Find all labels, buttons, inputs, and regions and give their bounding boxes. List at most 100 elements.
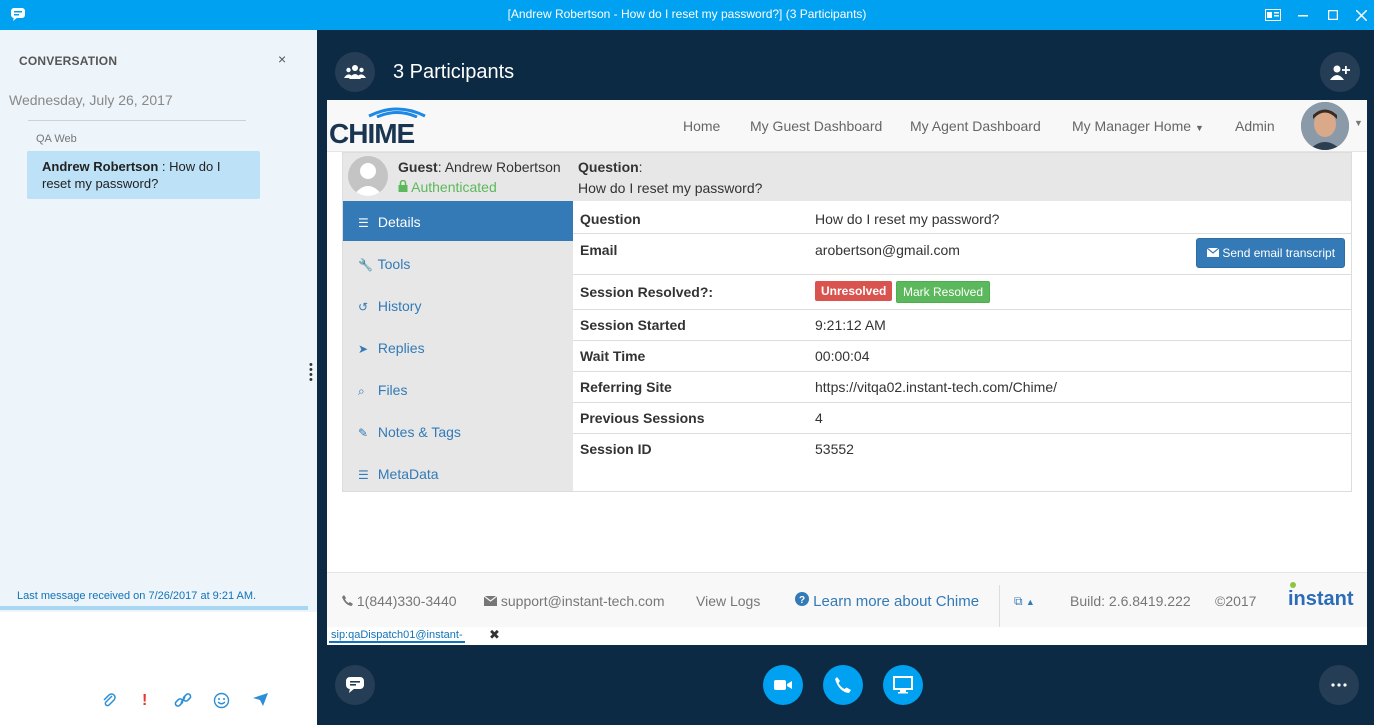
question-header-label: Question bbox=[578, 159, 639, 175]
question-header-text: How do I reset my password? bbox=[578, 180, 763, 196]
chat-icon bbox=[346, 677, 364, 693]
footer-email[interactable]: support@instant-tech.com bbox=[483, 593, 665, 609]
attach-file-icon[interactable] bbox=[101, 692, 117, 713]
row-value: 00:00:04 bbox=[815, 348, 870, 364]
maximize-button[interactable] bbox=[1318, 0, 1348, 30]
monitor-icon bbox=[893, 676, 913, 694]
minimize-button[interactable] bbox=[1288, 0, 1318, 30]
tab-replies-label: Replies bbox=[377, 340, 425, 356]
tab-details[interactable]: ☰ Details bbox=[343, 201, 573, 241]
phone-icon bbox=[835, 677, 851, 693]
last-message-status: Last message received on 7/26/2017 at 9:… bbox=[17, 590, 257, 602]
participants-button[interactable] bbox=[335, 52, 375, 92]
tab-files[interactable]: ⌕ Files bbox=[343, 369, 573, 409]
more-options-button[interactable] bbox=[1319, 665, 1359, 705]
send-icon[interactable] bbox=[252, 692, 269, 712]
lock-icon bbox=[398, 179, 408, 192]
tab-notes-tags[interactable]: ✎ Notes & Tags bbox=[343, 411, 573, 451]
show-conversation-button[interactable] bbox=[335, 665, 375, 705]
question-header: Question: bbox=[578, 159, 643, 175]
chevron-down-icon: ▼ bbox=[1194, 123, 1204, 133]
learn-more-link[interactable]: ? Learn more about Chime bbox=[795, 592, 979, 610]
tab-notes-tags-label: Notes & Tags bbox=[377, 424, 461, 440]
tab-metadata[interactable]: ☰ MetaData bbox=[343, 453, 573, 493]
session-sidebar: ☰ Details 🔧 Tools ↺ History ➤ Replies ⌕ … bbox=[343, 201, 573, 491]
video-button[interactable] bbox=[763, 665, 803, 705]
user-avatar[interactable] bbox=[1301, 102, 1349, 150]
question-header-colon: : bbox=[638, 159, 643, 175]
svg-text:?: ? bbox=[799, 595, 805, 606]
nav-agent-dashboard[interactable]: My Agent Dashboard bbox=[910, 118, 1041, 134]
envelope-icon bbox=[1206, 247, 1220, 257]
table-row: Question How do I reset my password? bbox=[573, 201, 1351, 234]
tab-details-label: Details bbox=[377, 214, 421, 230]
add-participant-button[interactable] bbox=[1320, 52, 1360, 92]
guest-name: : Andrew Robertson bbox=[437, 159, 561, 175]
row-value: How do I reset my password? bbox=[815, 211, 1000, 227]
sip-tab[interactable]: sip:qaDispatch01@instant- bbox=[329, 629, 465, 643]
panel-splitter-handle[interactable]: • • • • bbox=[309, 360, 313, 386]
row-key: Session ID bbox=[580, 441, 652, 457]
top-navbar: CHIME Home My Guest Dashboard My Agent D… bbox=[327, 100, 1367, 152]
message-author: Andrew Robertson bbox=[42, 159, 159, 174]
close-conversation-icon[interactable]: × bbox=[278, 51, 286, 67]
close-icon bbox=[1355, 9, 1367, 21]
auth-status: Authenticated bbox=[398, 179, 497, 195]
contact-card-button[interactable] bbox=[1258, 0, 1288, 30]
tab-replies[interactable]: ➤ Replies bbox=[343, 327, 573, 367]
table-row: Previous Sessions 4 bbox=[573, 403, 1351, 434]
link-icon[interactable] bbox=[174, 692, 192, 713]
compose-toolbar: ! bbox=[0, 692, 317, 712]
tab-tools-label: Tools bbox=[377, 256, 411, 272]
priority-icon[interactable]: ! bbox=[142, 692, 147, 710]
add-person-icon bbox=[1330, 65, 1350, 80]
row-value: 4 bbox=[815, 410, 823, 426]
nav-home[interactable]: Home bbox=[683, 118, 720, 134]
chime-web-app: CHIME Home My Guest Dashboard My Agent D… bbox=[327, 100, 1367, 627]
nav-guest-dashboard[interactable]: My Guest Dashboard bbox=[750, 118, 882, 134]
view-logs-link[interactable]: View Logs bbox=[696, 593, 760, 609]
guest-label: Guest bbox=[398, 159, 438, 175]
minimize-icon bbox=[1298, 15, 1308, 17]
status-underline bbox=[0, 606, 308, 610]
row-key: Wait Time bbox=[580, 348, 646, 364]
close-tab-icon[interactable]: ✖ bbox=[489, 627, 500, 643]
row-key: Session Resolved?: bbox=[580, 284, 714, 300]
row-value: 9:21:12 AM bbox=[815, 317, 886, 333]
row-key: Question bbox=[580, 211, 641, 227]
footer-email-text: support@instant-tech.com bbox=[500, 593, 665, 609]
tab-tools[interactable]: 🔧 Tools bbox=[343, 243, 573, 283]
table-row: Email arobertson@gmail.com Send email tr… bbox=[573, 234, 1351, 275]
mark-resolved-button[interactable]: Mark Resolved bbox=[896, 281, 991, 303]
send-email-transcript-label: Send email transcript bbox=[1222, 246, 1336, 260]
table-row: Session Resolved?: Unresolved Mark Resol… bbox=[573, 275, 1351, 310]
row-key: Session Started bbox=[580, 317, 686, 333]
send-email-transcript-button[interactable]: Send email transcript bbox=[1196, 238, 1345, 268]
language-selector[interactable]: ⧉ ▲ bbox=[1014, 594, 1035, 609]
user-photo bbox=[1301, 102, 1349, 150]
nav-admin[interactable]: Admin bbox=[1235, 118, 1275, 134]
user-menu-caret-icon[interactable]: ▼ bbox=[1354, 118, 1363, 128]
call-button[interactable] bbox=[823, 665, 863, 705]
maximize-icon bbox=[1328, 10, 1338, 20]
title-bar: [Andrew Robertson - How do I reset my pa… bbox=[0, 0, 1374, 30]
build-version: Build: 2.6.8419.222 bbox=[1070, 593, 1191, 609]
instant-logo-text: instant bbox=[1288, 588, 1354, 610]
guest-avatar bbox=[348, 156, 388, 196]
share-screen-button[interactable] bbox=[883, 665, 923, 705]
video-camera-icon bbox=[774, 680, 792, 690]
row-value: https://vitqa02.instant-tech.com/Chime/ bbox=[815, 379, 1057, 395]
nav-manager-home[interactable]: My Manager Home ▼ bbox=[1072, 118, 1204, 134]
tab-history[interactable]: ↺ History bbox=[343, 285, 573, 325]
window-title: [Andrew Robertson - How do I reset my pa… bbox=[507, 7, 867, 21]
conversation-panel: CONVERSATION × Wednesday, July 26, 2017 … bbox=[0, 30, 317, 725]
table-row: Referring Site https://vitqa02.instant-t… bbox=[573, 372, 1351, 403]
session-panel: Guest: Andrew Robertson Authenticated Qu… bbox=[342, 152, 1352, 492]
emoji-icon[interactable] bbox=[213, 692, 230, 714]
send-icon: ➤ bbox=[358, 342, 369, 356]
guest-line: Guest: Andrew Robertson bbox=[398, 159, 561, 175]
instant-logo[interactable]: instant bbox=[1288, 582, 1354, 611]
footer-phone: 1(844)330-3440 bbox=[342, 593, 457, 609]
sip-tab-bar: sip:qaDispatch01@instant- ✖ bbox=[327, 627, 1367, 645]
close-window-button[interactable] bbox=[1346, 0, 1374, 30]
